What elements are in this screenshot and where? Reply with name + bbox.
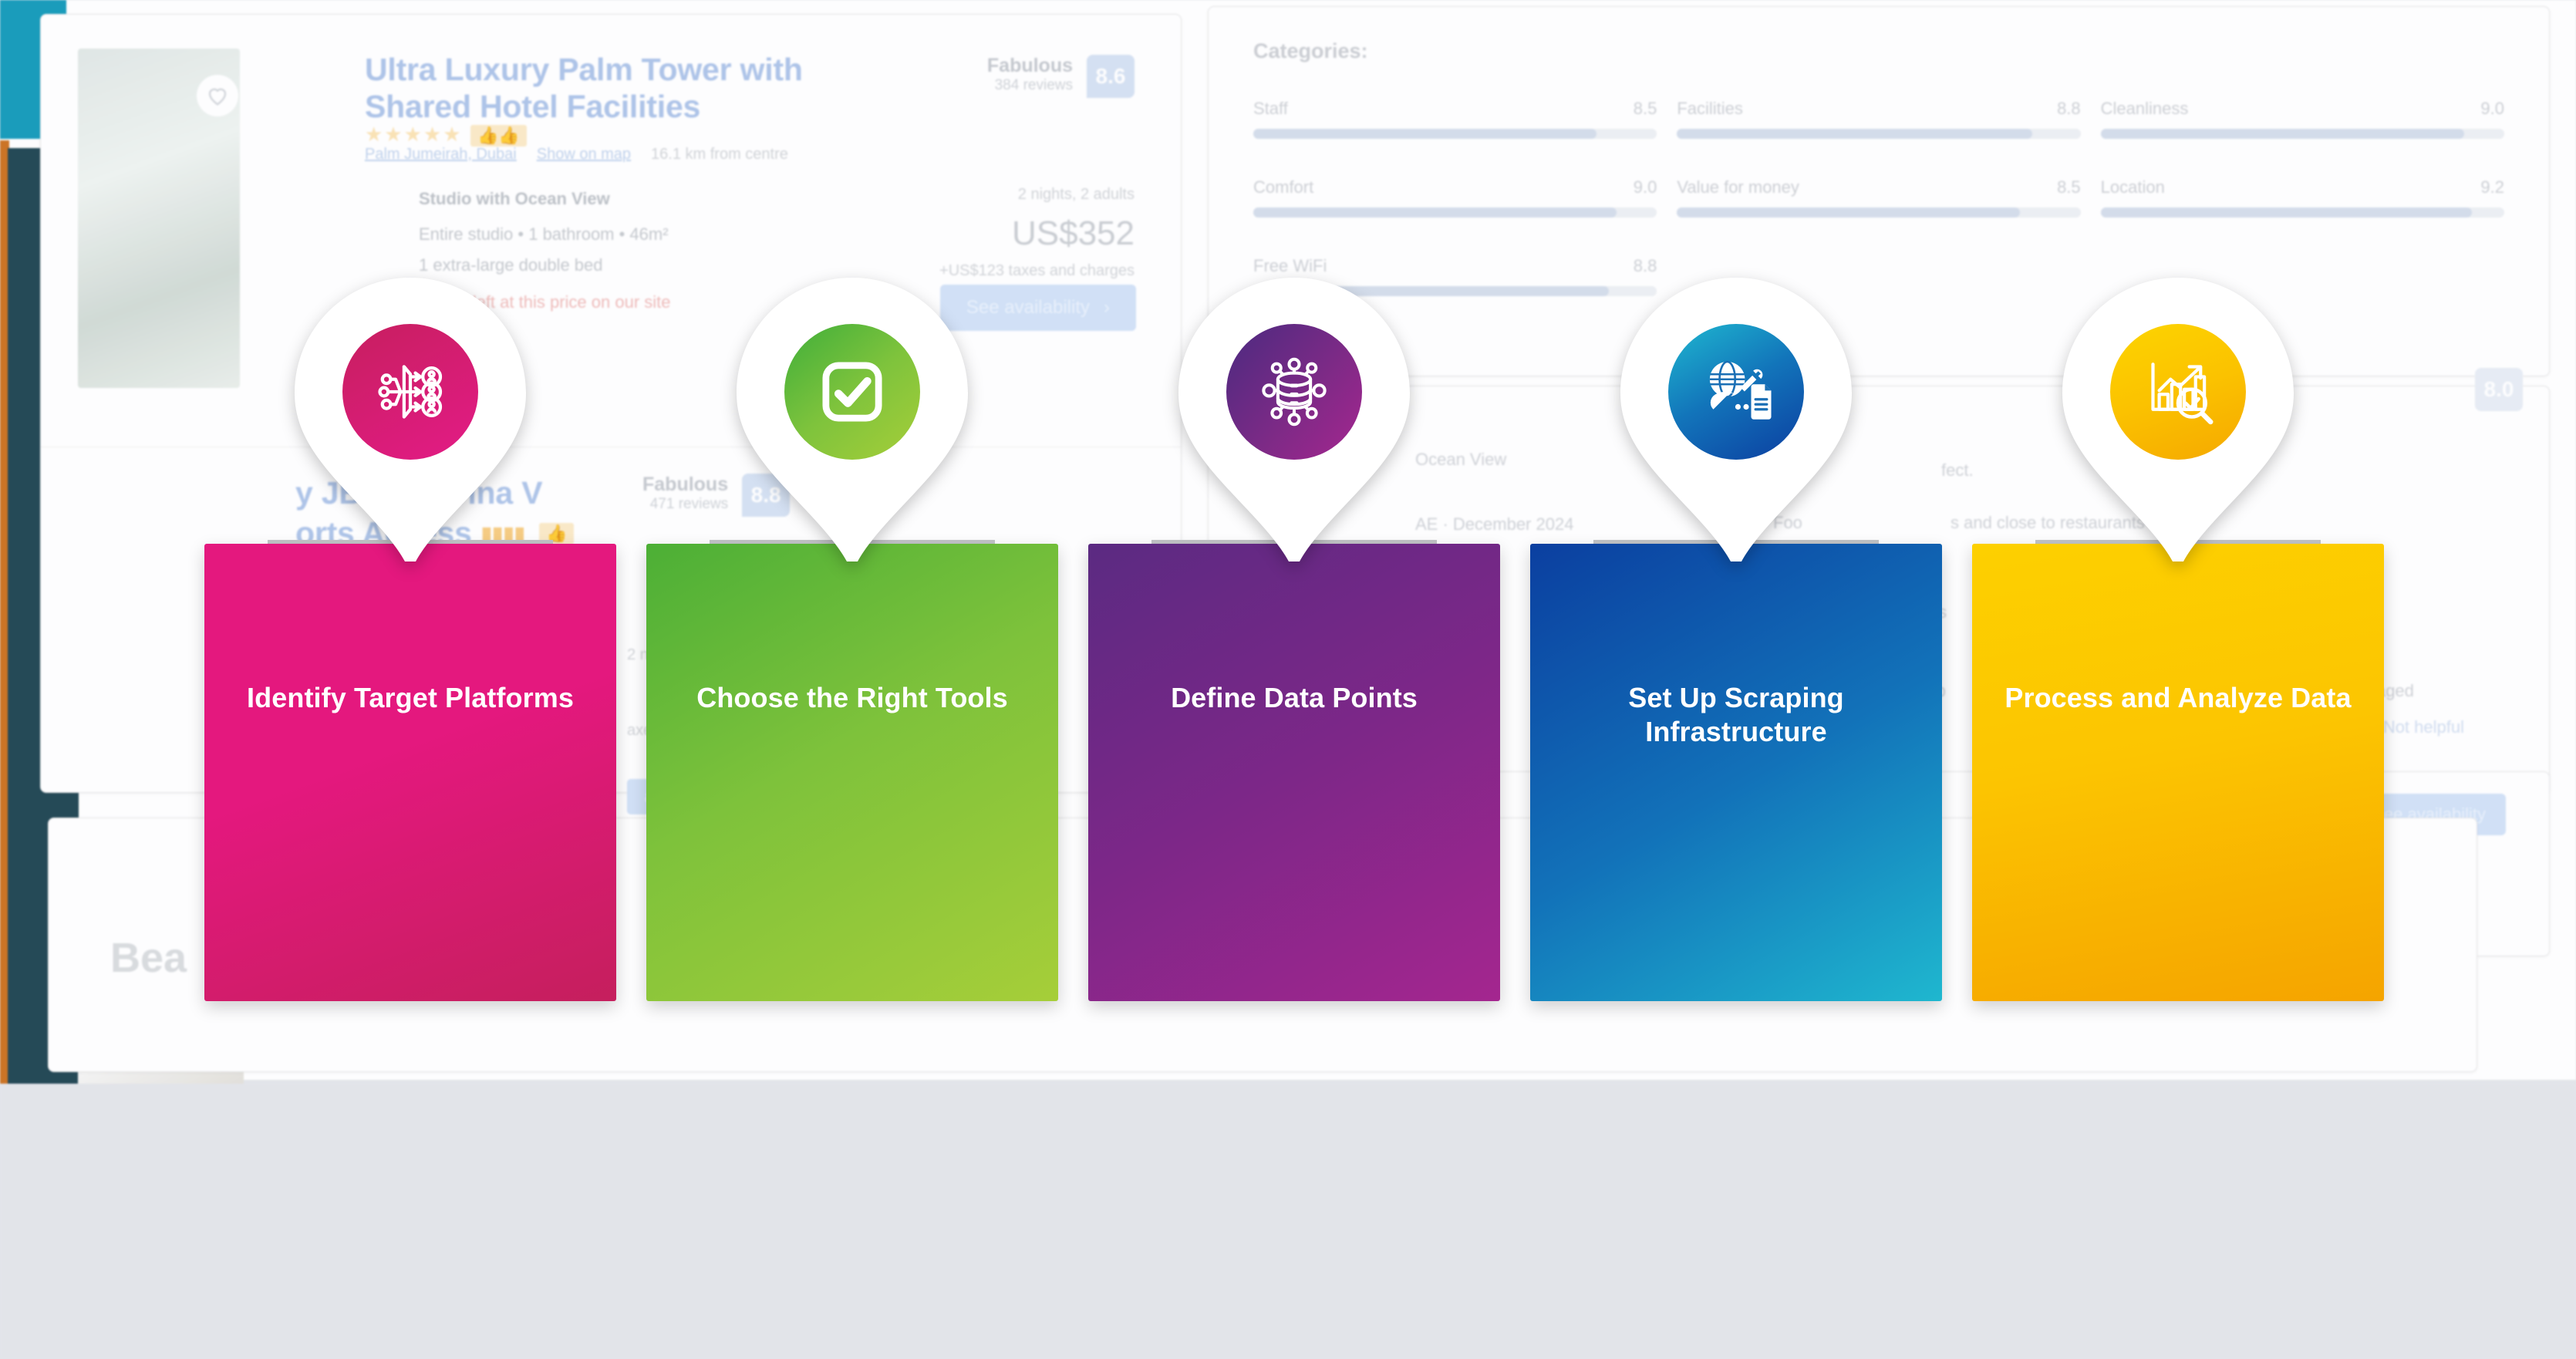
process-steps-infographic: Identify Target Platforms Choose the Rig…: [0, 0, 2576, 1359]
step-5-label: Process and Analyze Data: [2004, 682, 2352, 713]
step-2-label: Choose the Right Tools: [696, 682, 1008, 713]
database-network-icon: [1226, 324, 1362, 460]
analytics-magnifier-icon: [2110, 324, 2246, 460]
step-5-card[interactable]: Process and Analyze Data: [1972, 544, 2384, 1001]
step-2-card[interactable]: Choose the Right Tools: [646, 544, 1058, 1001]
globe-scrape-document-icon: [1668, 324, 1804, 460]
audience-targeting-icon: [342, 324, 478, 460]
step-5-pin[interactable]: [2062, 278, 2294, 561]
step-3-pin[interactable]: [1178, 278, 1410, 561]
step-4-label: Set Up Scraping Infrastructure: [1628, 682, 1844, 747]
step-1-label: Identify Target Platforms: [247, 682, 574, 713]
step-3-label: Define Data Points: [1171, 682, 1418, 713]
step-2-pin[interactable]: [737, 278, 968, 561]
step-1-card[interactable]: Identify Target Platforms: [204, 544, 616, 1001]
step-4-card[interactable]: Set Up Scraping Infrastructure: [1530, 544, 1942, 1001]
step-3-card[interactable]: Define Data Points: [1088, 544, 1500, 1001]
step-4-pin[interactable]: [1620, 278, 1852, 561]
step-1-pin[interactable]: [295, 278, 526, 561]
checkbox-check-icon: [784, 324, 920, 460]
